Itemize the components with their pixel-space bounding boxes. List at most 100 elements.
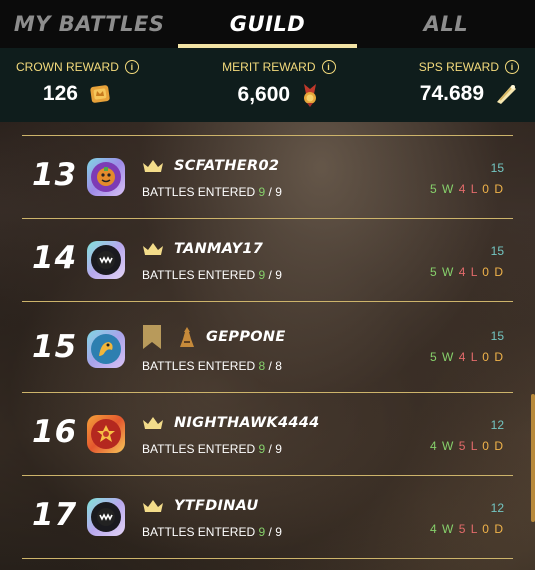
info-icon[interactable]: i [124,60,139,74]
losses-count: 4 [458,182,467,196]
win-loss-record: 5 W 4 L 0 D [430,265,504,279]
draws-count: 0 [482,265,490,279]
player-name[interactable]: NIGHTHAWK4444 [174,415,320,431]
crown-reward-value: 126 [42,82,78,105]
losses-count: 5 [458,522,467,536]
merit-reward: MERIT REWARD i 6,600 [222,48,336,122]
battles-entered: BATTLES ENTERED 9 / 9 [142,442,282,456]
crown-token-icon [90,85,110,103]
battles-total: 9 [275,525,282,539]
losses-count: 4 [458,265,467,279]
battles-total: 8 [275,359,282,373]
draws-letter: D [494,439,504,453]
leaderboard-row[interactable]: 16 NIGHTHAWK4444 BATTLES ENTERED 9 / 9 1… [0,393,535,475]
wins-count: 4 [429,522,438,536]
losses-letter: L [470,265,478,279]
crown-icon [143,500,163,512]
battles-entered: BATTLES ENTERED 9 / 9 [142,185,282,199]
battles-total: 9 [275,442,282,456]
draws-letter: D [494,182,504,196]
win-loss-record: 4 W 5 L 0 D [430,522,504,536]
player-name[interactable]: GEPPONE [206,329,286,345]
draws-letter: D [494,265,504,279]
avatar[interactable] [87,158,125,196]
rank-number: 14 [32,240,78,276]
info-icon[interactable]: i [321,60,336,74]
battles-entered: BATTLES ENTERED 9 / 9 [142,268,282,282]
rewards-bar: CROWN REWARD i 126 MERIT REWARD i 6,600 [0,48,535,122]
win-loss-record: 5 W 4 L 0 D [430,182,504,196]
tab-my-battles[interactable]: MY BATTLES [0,0,178,48]
wins-letter: W [442,522,455,536]
battles-entered-count: 9 [258,525,266,539]
info-icon[interactable]: i [505,60,519,74]
wins-count: 5 [429,350,438,364]
losses-count: 5 [458,439,467,453]
player-rating: 12 [490,418,504,432]
avatar[interactable] [87,498,125,536]
player-name[interactable]: SCFATHER02 [174,158,279,174]
battle-tabs: MY BATTLES GUILD ALL [0,0,535,48]
draws-count: 0 [482,350,490,364]
avatar[interactable] [87,415,125,453]
crown-reward: CROWN REWARD i 126 [16,48,139,122]
avatar[interactable] [87,330,125,368]
rank-number: 15 [32,329,78,365]
draws-count: 0 [482,439,490,453]
win-loss-record: 5 W 4 L 0 D [430,350,504,364]
rank-number: 13 [32,157,78,193]
leaderboard-row[interactable]: 15 GEPPONE BATTLES ENTERED 8 / 8 15 5 W … [0,302,535,392]
sps-token-icon [497,85,516,104]
wins-letter: W [442,265,455,279]
losses-count: 4 [458,350,467,364]
battles-total: 9 [275,268,282,282]
losses-letter: L [470,350,478,364]
crown-reward-label: CROWN REWARD [16,60,119,74]
draws-letter: D [494,522,504,536]
losses-letter: L [470,522,478,536]
tab-all[interactable]: ALL [357,0,535,48]
leaderboard-row[interactable]: 13 SCFATHER02 BATTLES ENTERED 9 / 9 15 5… [0,136,535,218]
row-divider [22,558,513,559]
battles-entered: BATTLES ENTERED 9 / 9 [142,525,282,539]
player-name[interactable]: TANMAY17 [174,241,263,257]
player-name[interactable]: YTFDINAU [174,498,259,514]
player-rating: 15 [490,161,504,175]
banner-icon [143,325,161,349]
win-loss-record: 4 W 5 L 0 D [430,439,504,453]
archon-tower-icon [180,327,194,347]
player-rating: 15 [490,329,504,343]
battles-entered: BATTLES ENTERED 8 / 8 [142,359,282,373]
draws-count: 0 [482,522,490,536]
battles-entered-count: 8 [258,359,266,373]
wins-count: 5 [429,265,438,279]
wins-count: 5 [429,182,438,196]
merit-icon [304,84,317,107]
battles-entered-count: 9 [258,185,266,199]
player-rating: 12 [490,501,504,515]
leaderboard-row[interactable]: 14 TANMAY17 BATTLES ENTERED 9 / 9 15 5 W… [0,219,535,301]
avatar[interactable] [87,241,125,279]
crown-icon [143,160,163,172]
sps-reward: SPS REWARD i 74.689 [419,48,519,122]
wins-letter: W [442,182,455,196]
battles-entered-label: BATTLES ENTERED [142,268,256,282]
wins-letter: W [442,439,455,453]
leaderboard-row[interactable]: 17 YTFDINAU BATTLES ENTERED 9 / 9 12 4 W… [0,476,535,558]
battles-entered-label: BATTLES ENTERED [142,442,256,456]
player-rating: 15 [490,244,504,258]
battles-entered-count: 9 [258,268,266,282]
sps-reward-label: SPS REWARD [418,60,499,74]
losses-letter: L [470,439,478,453]
battles-entered-label: BATTLES ENTERED [142,359,256,373]
wins-count: 4 [429,439,438,453]
draws-letter: D [494,350,504,364]
merit-reward-label: MERIT REWARD [222,60,316,74]
tab-guild[interactable]: GUILD [178,0,357,48]
sps-reward-value: 74.689 [419,82,484,105]
battles-entered-count: 9 [258,442,266,456]
rank-number: 17 [32,497,78,533]
merit-reward-value: 6,600 [237,83,291,106]
battles-total: 9 [275,185,282,199]
crown-icon [143,243,163,255]
